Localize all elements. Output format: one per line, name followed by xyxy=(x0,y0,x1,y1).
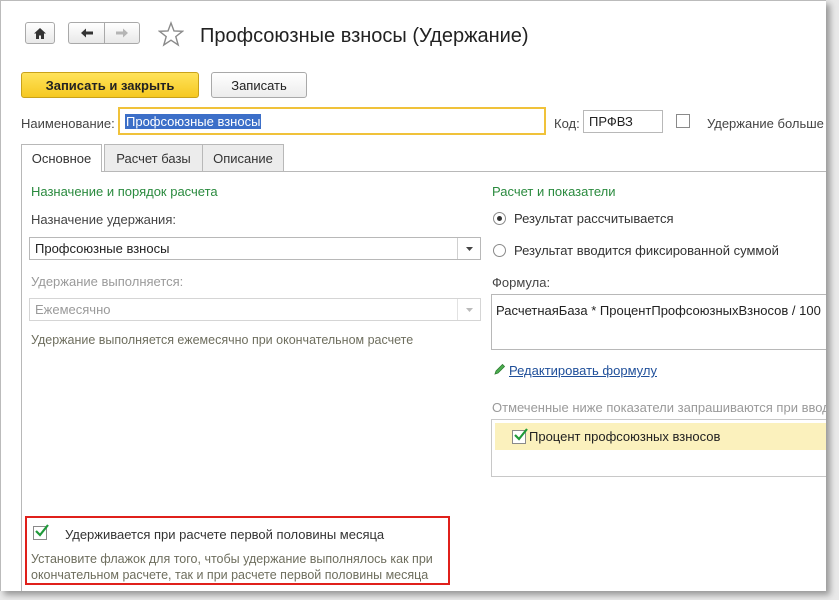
first-half-checkbox[interactable] xyxy=(33,524,49,540)
save-and-close-button[interactable]: Записать и закрыть xyxy=(21,72,199,98)
purpose-label: Назначение удержания: xyxy=(31,212,176,227)
first-half-hint-line2: окончательном расчете, так и при расчете… xyxy=(31,568,429,582)
arrow-left-icon xyxy=(81,28,93,38)
tab-description[interactable]: Описание xyxy=(202,144,284,171)
extra-checkbox[interactable] xyxy=(676,114,690,128)
dropdown-button[interactable] xyxy=(457,238,480,259)
right-section-title: Расчет и показатели xyxy=(492,184,616,199)
home-icon xyxy=(34,27,46,39)
chevron-down-icon xyxy=(465,307,473,312)
indicators-note: Отмеченные ниже показатели запрашиваются… xyxy=(492,400,826,415)
star-icon xyxy=(157,21,185,47)
executed-label: Удержание выполняется: xyxy=(31,274,184,289)
code-label: Код: xyxy=(554,116,580,131)
dropdown-button-disabled xyxy=(457,299,480,320)
left-section-title: Назначение и порядок расчета xyxy=(31,184,218,199)
first-half-hint-line1: Установите флажок для того, чтобы удержа… xyxy=(31,552,433,566)
radio-fixed[interactable] xyxy=(493,244,506,257)
list-item[interactable]: Процент профсоюзных взносов xyxy=(495,423,826,450)
name-input-value: Профсоюзные взносы xyxy=(125,113,262,129)
chevron-down-icon xyxy=(465,246,473,251)
executed-select: Ежемесячно xyxy=(29,298,481,321)
radio-calculated[interactable] xyxy=(493,212,506,225)
tab-main[interactable]: Основное xyxy=(21,144,102,172)
extra-checkbox-label: Удержание больше xyxy=(707,116,824,131)
radio-calculated-label[interactable]: Результат рассчитывается xyxy=(514,211,674,226)
favorite-button[interactable] xyxy=(157,21,185,47)
home-button[interactable] xyxy=(25,22,55,44)
name-label: Наименование: xyxy=(21,116,115,131)
forward-button[interactable] xyxy=(104,22,140,44)
back-button[interactable] xyxy=(68,22,105,44)
code-input[interactable]: ПРФВЗ xyxy=(583,110,663,133)
checkmark-icon xyxy=(514,428,528,441)
form-window: Профсоюзные взносы (Удержание) Записать … xyxy=(0,0,826,591)
name-input[interactable]: Профсоюзные взносы xyxy=(118,107,546,135)
indicator-label: Процент профсоюзных взносов xyxy=(529,429,721,444)
arrow-right-icon xyxy=(116,28,128,38)
executed-hint: Удержание выполняется ежемесячно при око… xyxy=(31,333,414,347)
indicators-list: Процент профсоюзных взносов xyxy=(491,419,826,477)
edit-formula-link[interactable]: Редактировать формулу xyxy=(509,363,657,378)
page-title: Профсоюзные взносы (Удержание) xyxy=(200,25,529,47)
checkmark-icon xyxy=(35,524,49,537)
formula-value: РасчетнаяБаза * ПроцентПрофсоюзныхВзносо… xyxy=(496,303,821,318)
first-half-checkbox-label[interactable]: Удерживается при расчете первой половины… xyxy=(65,527,384,542)
radio-fixed-label[interactable]: Результат вводится фиксированной суммой xyxy=(514,243,779,258)
purpose-select-value: Профсоюзные взносы xyxy=(35,241,170,256)
indicator-checkbox[interactable] xyxy=(512,428,528,444)
executed-select-value: Ежемесячно xyxy=(35,302,111,317)
formula-textarea[interactable]: РасчетнаяБаза * ПроцентПрофсоюзныхВзносо… xyxy=(491,294,826,350)
save-button[interactable]: Записать xyxy=(211,72,307,98)
formula-label: Формула: xyxy=(492,275,551,290)
purpose-select[interactable]: Профсоюзные взносы xyxy=(29,237,481,260)
pencil-icon xyxy=(494,363,506,378)
tab-base-calculation[interactable]: Расчет базы xyxy=(104,144,203,171)
